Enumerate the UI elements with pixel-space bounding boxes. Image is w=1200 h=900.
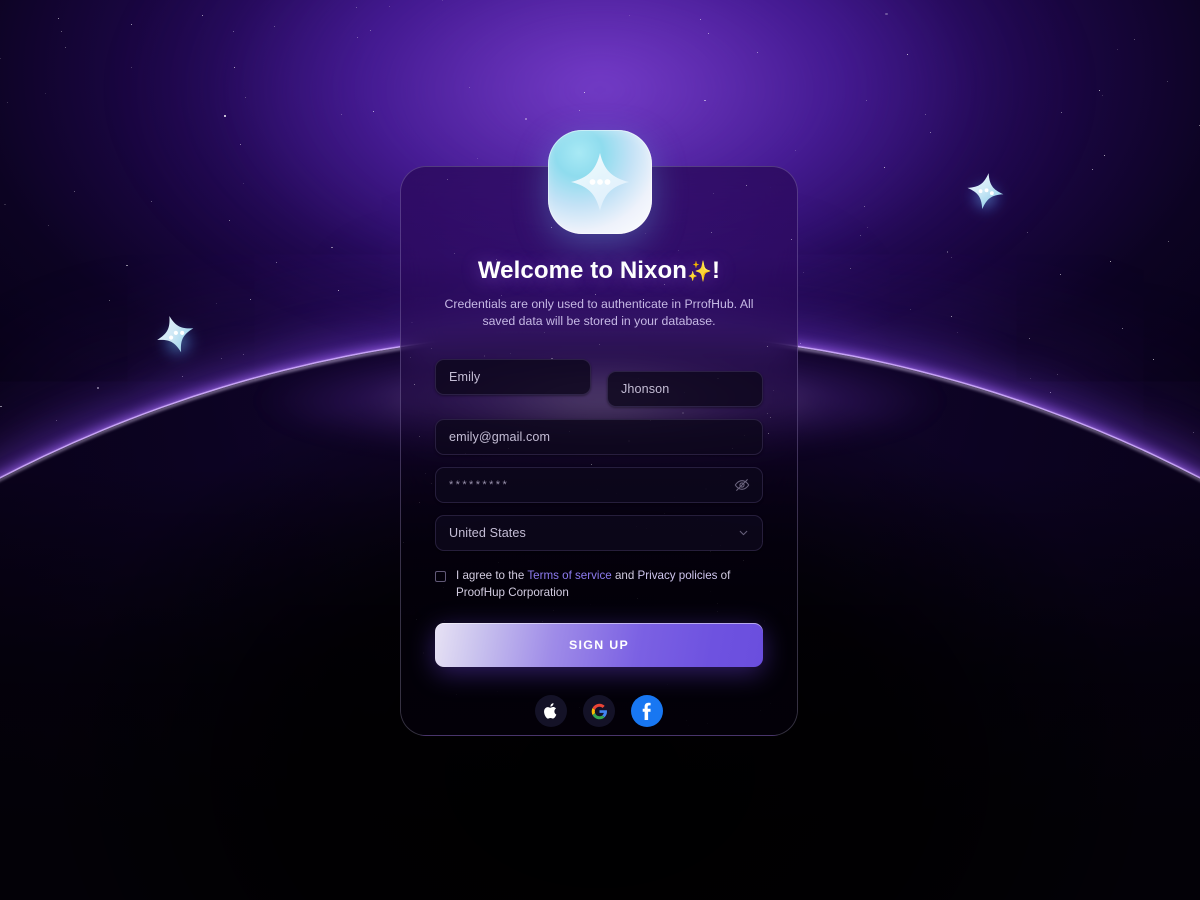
terms-of-service-link[interactable]: Terms of service <box>527 569 611 582</box>
app-logo <box>548 130 652 234</box>
floating-star-right-icon <box>958 164 1012 222</box>
apple-icon <box>544 703 557 719</box>
name-row: Emily Jhonson <box>435 359 763 408</box>
terms-agreement: I agree to the Terms of service and Priv… <box>435 568 763 601</box>
email-input[interactable]: emily@gmail.com <box>435 419 763 456</box>
signup-form: Emily Jhonson emily@gmail.com ********* <box>435 359 763 728</box>
first-name-input[interactable]: Emily <box>435 359 591 396</box>
social-login-row <box>435 695 763 728</box>
privacy-policies-link[interactable]: Privacy policies <box>638 569 718 582</box>
google-icon <box>591 703 607 720</box>
chevron-down-icon <box>737 527 750 540</box>
four-point-star-logo-icon <box>571 153 629 211</box>
last-name-value: Jhonson <box>621 382 670 397</box>
country-value: United States <box>449 526 526 541</box>
sparkles-icon: ✨ <box>687 261 713 283</box>
password-input[interactable]: ********* <box>435 467 763 504</box>
last-name-input[interactable]: Jhonson <box>607 371 763 408</box>
first-name-value: Emily <box>449 370 481 385</box>
terms-prefix: I agree to the <box>456 569 528 583</box>
signup-screen: Welcome to Nixon✨! Credentials are only … <box>0 0 1200 900</box>
eye-off-icon[interactable] <box>734 477 750 493</box>
signup-card: Welcome to Nixon✨! Credentials are only … <box>400 166 798 736</box>
page-title-suffix: ! <box>712 257 721 284</box>
terms-text: I agree to the Terms of service and Priv… <box>456 568 763 601</box>
google-login-button[interactable] <box>583 695 615 728</box>
country-select[interactable]: United States <box>435 515 763 552</box>
page-title-text: Welcome to Nixon <box>477 257 688 284</box>
facebook-icon <box>631 695 663 728</box>
page-title: Welcome to Nixon✨! <box>435 257 763 285</box>
page-subtitle: Credentials are only used to authenticat… <box>444 297 754 328</box>
password-value: ********* <box>449 479 510 492</box>
terms-checkbox[interactable] <box>435 571 446 583</box>
facebook-login-button[interactable] <box>631 695 663 728</box>
email-value: emily@gmail.com <box>449 430 551 445</box>
terms-conjunction: and <box>611 569 638 583</box>
signup-button[interactable]: SIGN UP <box>435 623 763 668</box>
apple-login-button[interactable] <box>535 695 567 728</box>
